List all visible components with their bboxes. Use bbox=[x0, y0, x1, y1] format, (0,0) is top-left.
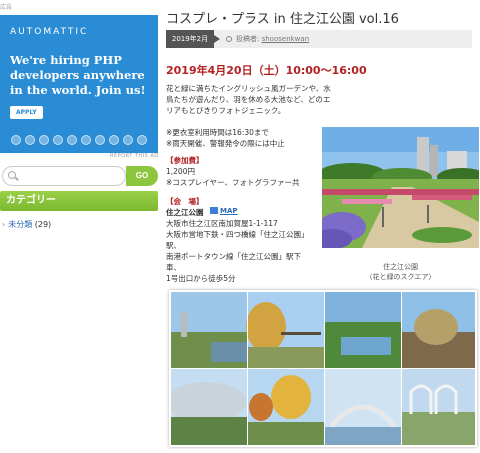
park-photo-image bbox=[322, 127, 479, 248]
map-icon bbox=[210, 207, 218, 214]
ad-brand-icon bbox=[11, 135, 21, 145]
search-form: GO bbox=[0, 166, 158, 186]
event-notes: ※更衣室利用時間は16:30まで ※雨天開催、警報発令の際には中止 bbox=[166, 127, 336, 149]
category-heading: カテゴリー bbox=[0, 191, 158, 211]
access-line-3: 1号出口から徒歩5分 bbox=[166, 274, 236, 283]
category-item: › 未分類 (29) bbox=[2, 219, 51, 230]
post-meta-bar: 2019年2月 投稿者: shoosenkwan bbox=[166, 30, 472, 48]
photo-caption-line2: （花と緑のスクエア） bbox=[365, 273, 436, 281]
category-link-uncategorized[interactable]: 未分類 bbox=[8, 220, 32, 229]
map-button[interactable]: MAP bbox=[210, 207, 238, 215]
venue-heading: 【会 場】 bbox=[166, 197, 204, 206]
note-dressing-room: ※更衣室利用時間は16:30まで bbox=[166, 128, 269, 137]
search-input[interactable] bbox=[2, 166, 126, 186]
ad-logo: AUTOMATTIC bbox=[10, 27, 89, 37]
author-prefix: 投稿者: bbox=[236, 35, 260, 43]
ad-brand-icon bbox=[95, 135, 105, 145]
access-line-2: 南港ポートタウン線「住之江公園」駅下車、 bbox=[166, 252, 301, 272]
advertisement-banner[interactable]: AUTOMATTIC We're hiring PHP developers a… bbox=[0, 15, 158, 153]
report-ad-link[interactable]: REPORT THIS AD bbox=[110, 153, 159, 159]
search-icon bbox=[8, 171, 16, 179]
ad-brand-icon bbox=[81, 135, 91, 145]
map-label: MAP bbox=[220, 207, 238, 215]
ad-label: 広告 bbox=[0, 4, 13, 11]
ad-brand-icon bbox=[39, 135, 49, 145]
fee-block: 1,200円 ※コスプレイヤー、フォトグラファー共 bbox=[166, 166, 336, 188]
event-date: 2019年4月20日（土）10:00～16:00 bbox=[166, 64, 367, 77]
ad-brand-icon bbox=[25, 135, 35, 145]
fee-amount: 1,200円 bbox=[166, 167, 195, 176]
note-rain: ※雨天開催、警報発令の際には中止 bbox=[166, 139, 285, 148]
fee-heading: 【参加費】 bbox=[166, 156, 204, 165]
photo-collage[interactable] bbox=[169, 290, 477, 447]
event-description: 花と緑に満ちたイングリッシュ風ガーデンや、水鳥たちが遊んだり、羽を休める大池など… bbox=[166, 84, 331, 115]
ad-brand-icon bbox=[109, 135, 119, 145]
user-icon bbox=[226, 36, 232, 42]
date-badge: 2019年2月 bbox=[166, 30, 220, 48]
park-photo[interactable] bbox=[322, 127, 479, 248]
venue-address-block: 大阪市住之江区南加賀屋1-1-117 大阪市営地下鉄・四つ橋線「住之江公園」駅、… bbox=[166, 218, 314, 284]
author-link[interactable]: shoosenkwan bbox=[262, 35, 310, 43]
category-count: (29) bbox=[34, 220, 52, 229]
chevron-right-icon: › bbox=[2, 220, 6, 229]
search-go-button[interactable]: GO bbox=[126, 166, 158, 186]
photo-caption: 住之江公園 （花と緑のスクエア） bbox=[322, 262, 479, 282]
fee-note: ※コスプレイヤー、フォトグラファー共 bbox=[166, 178, 300, 187]
venue-address: 大阪市住之江区南加賀屋1-1-117 bbox=[166, 219, 278, 228]
photo-caption-line1: 住之江公園 bbox=[383, 263, 418, 271]
photo-collage-image bbox=[171, 292, 475, 445]
venue-name: 住之江公園 bbox=[166, 208, 204, 217]
ad-brand-icon bbox=[53, 135, 63, 145]
ad-icon-row bbox=[11, 135, 147, 145]
ad-brand-icon bbox=[137, 135, 147, 145]
author-line: 投稿者: shoosenkwan bbox=[236, 34, 309, 44]
ad-brand-icon bbox=[67, 135, 77, 145]
ad-headline: We're hiring PHP developers anywhere in … bbox=[10, 53, 146, 97]
post-title: コスプレ・プラス in 住之江公園 vol.16 bbox=[166, 12, 399, 27]
ad-brand-icon bbox=[123, 135, 133, 145]
apply-button[interactable]: APPLY bbox=[10, 106, 43, 119]
access-line-1: 大阪市営地下鉄・四つ橋線「住之江公園」駅、 bbox=[166, 230, 309, 250]
